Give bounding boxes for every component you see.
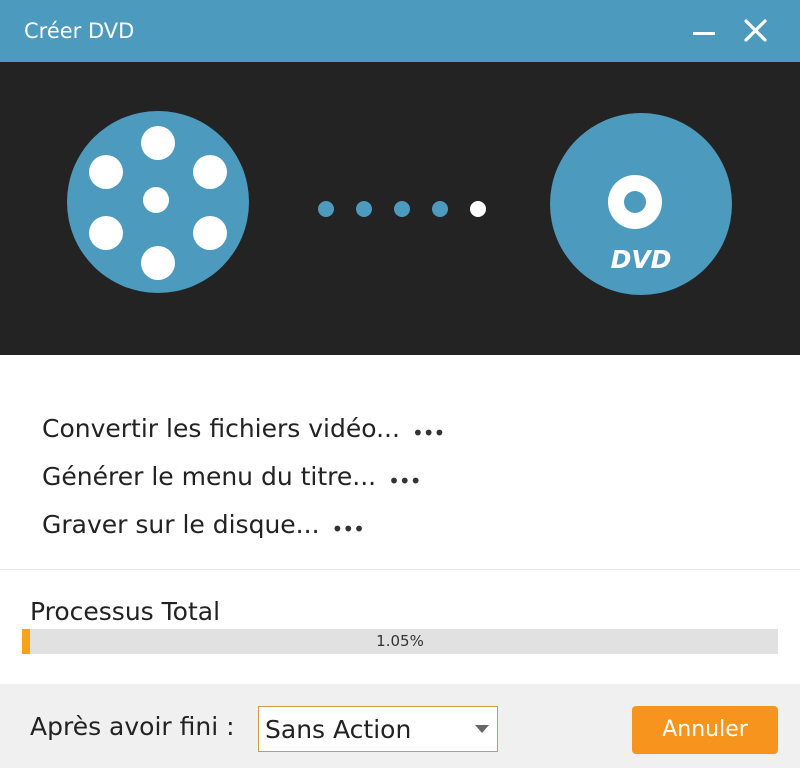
step-label: Graver sur le disque... (42, 510, 320, 539)
step-label: Convertir les fichiers vidéo... (42, 414, 400, 443)
progress-dot (432, 201, 448, 217)
total-progress-bar: 1.05% (22, 629, 778, 654)
after-finish-value: Sans Action (265, 715, 412, 744)
minimize-icon (693, 32, 715, 35)
step-menu: Générer le menu du titre... ••• (42, 447, 444, 495)
step-label: Générer le menu du titre... (42, 462, 377, 491)
progress-percent: 1.05% (376, 632, 424, 650)
progress-dot (394, 201, 410, 217)
progress-title: Processus Total (30, 597, 221, 626)
step-burn: Graver sur le disque... ••• (42, 495, 444, 543)
close-icon (744, 19, 767, 42)
footer-bar: Après avoir fini : Sans Action Annuler (0, 684, 800, 768)
conversion-banner: DVD (0, 62, 800, 355)
total-progress-section: Processus Total 1.05% (0, 570, 800, 684)
film-reel-icon (67, 111, 249, 293)
cancel-button[interactable]: Annuler (632, 706, 778, 754)
progress-dots (318, 201, 486, 217)
step-status-ellipsis: ••• (331, 517, 365, 541)
progress-dot (318, 201, 334, 217)
title-bar: Créer DVD (0, 0, 800, 62)
progress-dot (356, 201, 372, 217)
after-finish-select[interactable]: Sans Action (258, 706, 498, 752)
chevron-down-icon (475, 725, 489, 733)
dvd-disc-icon: DVD (550, 113, 732, 295)
dvd-label: DVD (611, 245, 672, 274)
after-finish-label: Après avoir fini : (30, 712, 235, 741)
step-convert: Convertir les fichiers vidéo... ••• (42, 399, 445, 447)
step-status-ellipsis: ••• (411, 421, 445, 445)
window-title: Créer DVD (24, 19, 135, 43)
minimize-button[interactable] (690, 16, 720, 46)
close-button[interactable] (741, 16, 771, 46)
step-status-ellipsis: ••• (388, 469, 421, 493)
step-list: Convertir les fichiers vidéo... ••• Géné… (42, 399, 445, 543)
active-progress-dot (470, 201, 486, 217)
